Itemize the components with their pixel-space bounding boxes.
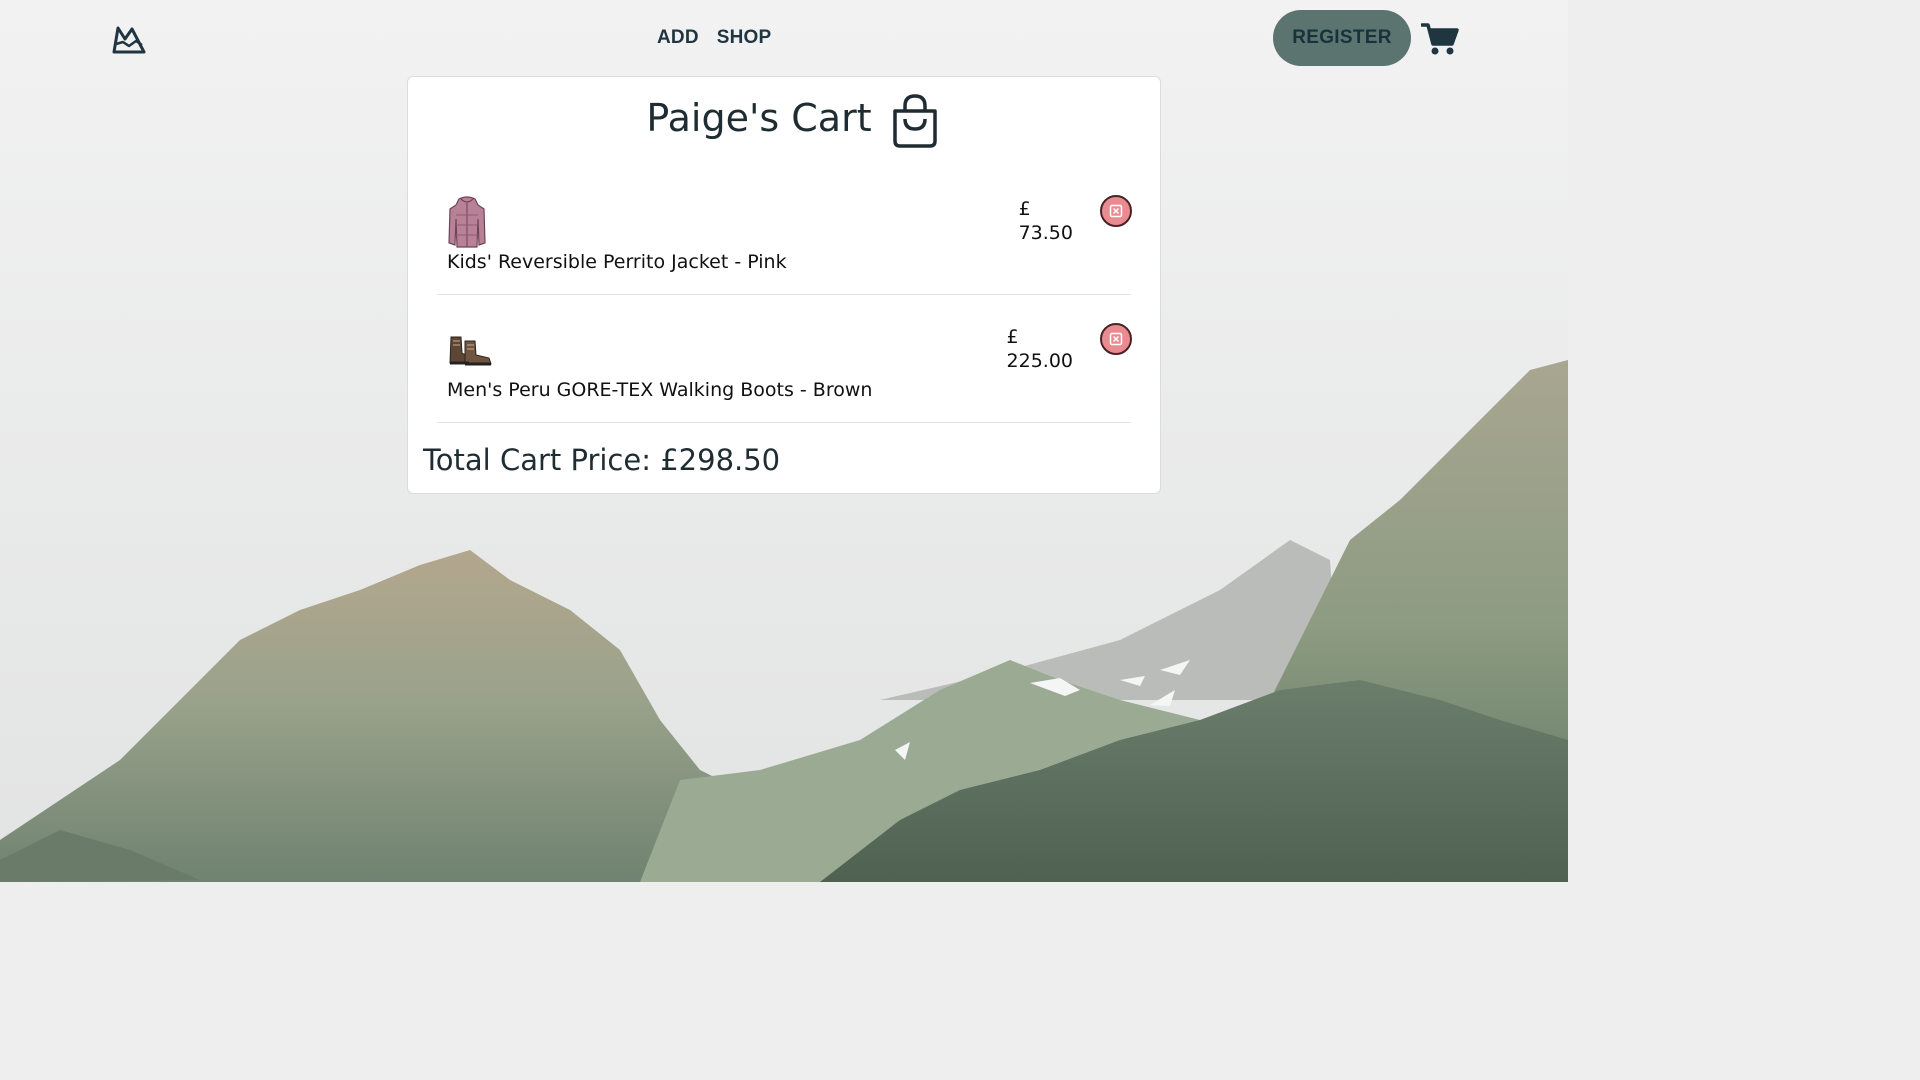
remove-item-button[interactable] [1100, 195, 1132, 227]
shopping-cart-icon[interactable] [1420, 20, 1460, 58]
cart-total: Total Cart Price: £298.50 [423, 443, 781, 477]
cart-item: Men's Peru GORE-TEX Walking Boots - Brow… [437, 305, 1132, 423]
top-navigation: ADD SHOP REGISTER [0, 0, 1568, 76]
item-name: Kids' Reversible Perrito Jacket - Pink [447, 251, 787, 273]
cart-item: Kids' Reversible Perrito Jacket - Pink £… [437, 177, 1132, 295]
mountain-logo-icon[interactable] [110, 22, 148, 56]
shopping-bag-icon [888, 92, 942, 150]
pink-jacket-image[interactable] [447, 195, 507, 249]
price-value: 73.50 [1018, 222, 1073, 244]
cart-card: Paige's Cart Kids' Reversible Perrito Ja… [407, 76, 1161, 494]
remove-item-icon [1109, 332, 1123, 346]
currency-symbol: £ [1018, 198, 1031, 220]
brown-boots-image[interactable] [447, 323, 507, 377]
remove-item-button[interactable] [1100, 323, 1132, 355]
register-button[interactable]: REGISTER [1273, 10, 1411, 66]
nav-link-add[interactable]: ADD [657, 27, 699, 49]
item-name: Men's Peru GORE-TEX Walking Boots - Brow… [447, 379, 873, 401]
cart-header: Paige's Cart [408, 87, 1160, 149]
item-price: £ 73.50 [1019, 197, 1073, 245]
price-value: 225.00 [1006, 350, 1073, 372]
item-price: £ 225.00 [1007, 325, 1073, 373]
remove-item-icon [1109, 204, 1123, 218]
currency-symbol: £ [1006, 326, 1019, 348]
nav-link-shop[interactable]: SHOP [717, 27, 772, 49]
page-title: Paige's Cart [646, 96, 872, 140]
nav-links: ADD SHOP [657, 27, 771, 49]
